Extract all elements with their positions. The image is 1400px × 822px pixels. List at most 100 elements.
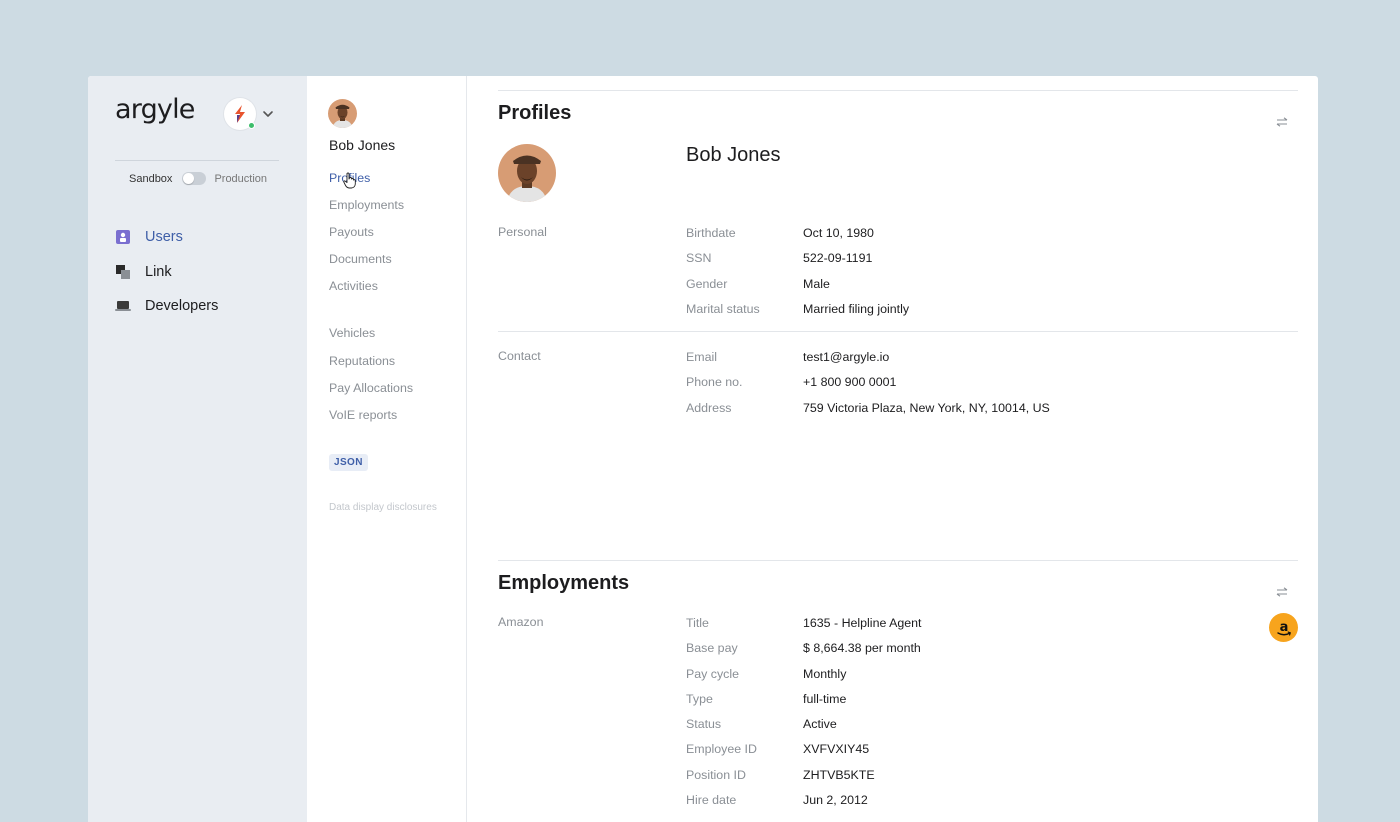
field-value: 522-09-1191	[803, 251, 873, 266]
laptop-icon	[115, 301, 131, 312]
field-position-id: Position ID ZHTVB5KTE	[686, 767, 922, 792]
personal-label: Personal	[498, 225, 547, 239]
hand-cursor-icon	[343, 172, 356, 189]
field-phone: Phone no. +1 800 900 0001	[686, 374, 1050, 399]
field-email: Email test1@argyle.io	[686, 349, 1050, 374]
svg-text:a: a	[1279, 620, 1288, 635]
employer-label: Amazon	[498, 615, 544, 629]
contact-fields: Email test1@argyle.io Phone no. +1 800 900…	[686, 349, 1050, 425]
field-key: Gender	[686, 276, 728, 291]
field-value: Monthly	[803, 666, 847, 681]
field-value: Married filing jointly	[803, 301, 910, 316]
subnav-payouts[interactable]: Payouts	[329, 224, 413, 251]
field-status: Status Active	[686, 716, 922, 741]
field-base-pay: Base pay $ 8,664.38 per month	[686, 640, 922, 665]
field-key: Base pay	[686, 641, 738, 656]
app-window: argyle Sandbox Production Users Link Dev…	[88, 76, 1318, 822]
field-value: ZHTVB5KTE	[803, 767, 875, 782]
field-value: 1635 - Helpline Agent	[803, 616, 922, 630]
org-avatar	[224, 98, 256, 130]
field-birthdate: Birthdate Oct 10, 1980	[686, 225, 909, 250]
personal-fields: Birthdate Oct 10, 1980 SSN 522-09-1191 Gen…	[686, 225, 909, 326]
nav-label-link: Link	[145, 263, 172, 280]
field-value: +1 800 900 0001	[803, 375, 897, 390]
subnav-activities[interactable]: Activities	[329, 278, 413, 305]
user-name: Bob Jones	[329, 137, 396, 153]
avatar-photo	[498, 144, 556, 202]
subnav-employments[interactable]: Employments	[329, 197, 413, 224]
sidebar-divider	[115, 160, 279, 161]
field-marital-status: Marital status Married filing jointly	[686, 301, 909, 326]
swap-icon[interactable]	[1276, 117, 1288, 127]
field-value: $ 8,664.38 per month	[803, 641, 921, 656]
field-key: Email	[686, 350, 717, 364]
field-key: Employee ID	[686, 742, 757, 757]
profile-name: Bob Jones	[686, 144, 781, 166]
online-status-dot	[248, 122, 255, 129]
field-key: Address	[686, 400, 732, 415]
subnav-profiles[interactable]: Profiles	[329, 170, 413, 197]
amazon-a-icon: a	[1276, 620, 1291, 635]
contact-label: Contact	[498, 349, 541, 363]
field-key: Title	[686, 616, 709, 630]
data-disclosures-link[interactable]: Data display disclosures	[329, 502, 437, 513]
profile-avatar	[498, 144, 556, 202]
field-value: Male	[803, 276, 830, 291]
link-icon	[116, 264, 130, 279]
subnav-documents[interactable]: Documents	[329, 251, 413, 278]
field-value: Oct 10, 1980	[803, 226, 874, 240]
subnav-reputations[interactable]: Reputations	[329, 353, 413, 380]
subnav-pay-allocations[interactable]: Pay Allocations	[329, 380, 413, 407]
chevron-down-icon[interactable]	[261, 107, 275, 121]
field-key: Status	[686, 717, 722, 732]
field-key: SSN	[686, 251, 712, 266]
subnav-vehicles[interactable]: Vehicles	[329, 325, 413, 352]
field-ssn: SSN 522-09-1191	[686, 250, 909, 275]
field-value: XVFVXIY45	[803, 742, 870, 757]
subnav-voie-reports[interactable]: VoIE reports	[329, 407, 413, 434]
nav-label-users: Users	[145, 229, 183, 246]
swap-icon[interactable]	[1276, 587, 1288, 597]
amazon-logo-icon: a	[1269, 613, 1298, 642]
field-value: 759 Victoria Plaza, New York, NY, 10014,…	[803, 400, 1050, 415]
user-icon	[116, 230, 130, 245]
field-key: Position ID	[686, 767, 746, 782]
environment-switch: Sandbox Production	[129, 172, 267, 185]
employment-fields: Title 1635 - Helpline Agent Base pay $ 8,6…	[686, 615, 922, 817]
field-key: Type	[686, 691, 713, 706]
user-subnav: Bob Jones Profiles Employments Payouts D…	[307, 76, 467, 822]
field-gender: Gender Male	[686, 276, 909, 301]
field-value: full-time	[803, 691, 847, 706]
subnav-links: Profiles Employments Payouts Documents A…	[329, 170, 413, 434]
field-value: test1@argyle.io	[803, 350, 890, 364]
main-content: Profiles Bob Jones Personal Birthdate Oct…	[467, 76, 1318, 822]
field-title: Title 1635 - Helpline Agent	[686, 615, 922, 640]
org-switcher[interactable]	[224, 98, 275, 130]
user-avatar-small	[328, 99, 357, 128]
section-divider	[498, 560, 1298, 561]
nav-item-users[interactable]: Users	[115, 220, 218, 255]
field-value: Active	[803, 717, 837, 732]
argyle-logo[interactable]: argyle	[115, 94, 195, 125]
nav-label-developers: Developers	[145, 298, 219, 315]
nav-item-link[interactable]: Link	[115, 255, 218, 290]
field-address: Address 759 Victoria Plaza, New York, NY,…	[686, 400, 1050, 425]
field-key: Marital status	[686, 301, 760, 316]
field-hire-date: Hire date Jun 2, 2012	[686, 792, 922, 817]
section-divider	[498, 331, 1298, 332]
environment-toggle[interactable]	[182, 172, 207, 185]
json-button[interactable]: JSON	[329, 454, 368, 471]
profiles-title: Profiles	[498, 102, 572, 124]
field-key: Birthdate	[686, 226, 736, 240]
field-pay-cycle: Pay cycle Monthly	[686, 666, 922, 691]
field-value: Jun 2, 2012	[803, 793, 868, 808]
subnav-spacer	[329, 305, 413, 325]
nav-item-developers[interactable]: Developers	[115, 289, 218, 324]
section-divider	[498, 90, 1298, 91]
field-type: Type full-time	[686, 691, 922, 716]
field-key: Pay cycle	[686, 666, 740, 681]
field-key: Hire date	[686, 793, 737, 808]
main-nav: Users Link Developers	[115, 220, 218, 324]
field-key: Phone no.	[686, 375, 743, 390]
production-label: Production	[214, 172, 268, 185]
